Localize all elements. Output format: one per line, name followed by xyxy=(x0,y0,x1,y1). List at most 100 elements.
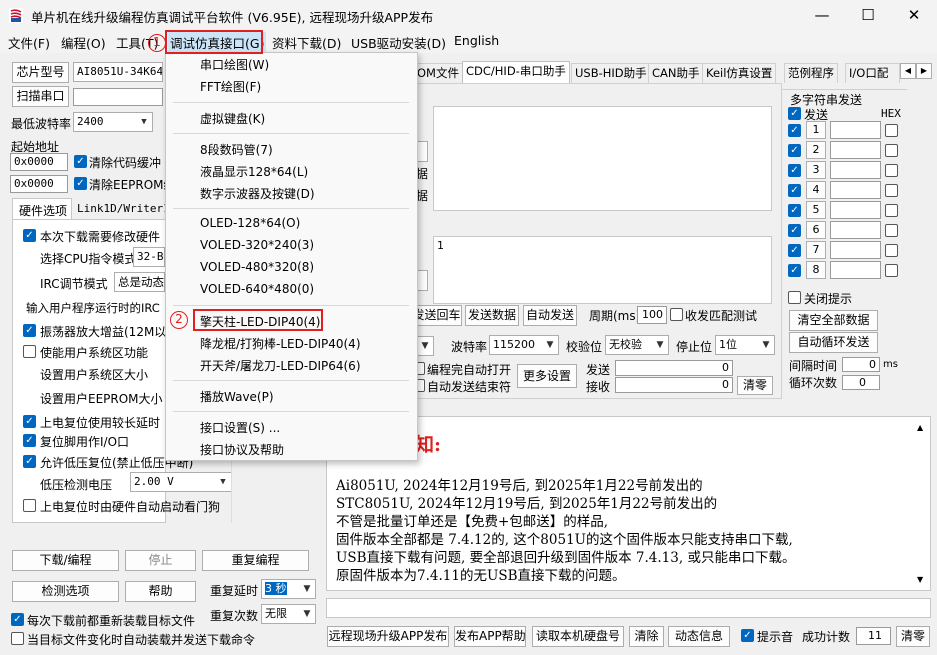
menu-item-oled[interactable]: OLED-128*64(O) xyxy=(200,216,300,230)
auto-loop-send-button[interactable]: 自动循环发送 xyxy=(789,332,878,353)
reset-pin-io-checkbox[interactable]: ✓ xyxy=(23,434,36,447)
multi-row-hex-checkbox[interactable] xyxy=(885,264,898,277)
irc-mode-select[interactable]: 总是动态 xyxy=(114,272,165,292)
multi-row-checkbox[interactable]: ✓ xyxy=(788,144,801,157)
repeat-count-select[interactable]: 无限 ▼ xyxy=(261,604,316,624)
menu-item-7seg[interactable]: 8段数码管(7) xyxy=(200,141,273,158)
lvd-voltage-select[interactable]: 2.00 V ▼ xyxy=(130,472,232,492)
beep-checkbox[interactable]: ✓ xyxy=(741,629,754,642)
close-tip-checkbox[interactable] xyxy=(788,291,801,304)
menu-item-protocol-help[interactable]: 接口协议及帮助 xyxy=(200,441,284,458)
interval-field[interactable]: 0 xyxy=(842,357,880,372)
multi-row-checkbox[interactable]: ✓ xyxy=(788,164,801,177)
auto-reload-checkbox[interactable] xyxy=(11,632,24,645)
multi-send-all-checkbox[interactable]: ✓ xyxy=(788,107,801,120)
multi-row-checkbox[interactable]: ✓ xyxy=(788,244,801,257)
multi-row-hex-checkbox[interactable] xyxy=(885,204,898,217)
parity-select[interactable]: 无校验 ▼ xyxy=(605,335,669,355)
menu-english[interactable]: English xyxy=(454,33,499,48)
multi-row-send-button[interactable]: 1 xyxy=(806,121,826,139)
more-settings-button[interactable]: 更多设置 xyxy=(517,364,577,388)
multi-row-text[interactable] xyxy=(830,181,881,199)
minimize-button[interactable]: — xyxy=(799,0,845,31)
multi-row-text[interactable] xyxy=(830,241,881,259)
multi-row-send-button[interactable]: 5 xyxy=(806,201,826,219)
maximize-button[interactable]: ☐ xyxy=(845,0,891,31)
dynamic-info-button[interactable]: 动态信息 xyxy=(668,626,730,647)
cpu-mode-select[interactable]: 32-B xyxy=(133,247,165,267)
multi-row-send-button[interactable]: 3 xyxy=(806,161,826,179)
multi-row-hex-checkbox[interactable] xyxy=(885,244,898,257)
multi-row-hex-checkbox[interactable] xyxy=(885,224,898,237)
menu-item-interface-settings[interactable]: 接口设置(S) ... xyxy=(200,419,280,436)
multi-row-hex-checkbox[interactable] xyxy=(885,184,898,197)
multi-row-checkbox[interactable]: ✓ xyxy=(788,184,801,197)
clear-count-button[interactable]: 清零 xyxy=(737,376,773,395)
long-reset-delay-checkbox[interactable]: ✓ xyxy=(23,415,36,428)
loop-count-field[interactable]: 0 xyxy=(842,375,880,390)
remote-upgrade-publish-button[interactable]: 远程现场升级APP发布 xyxy=(327,626,449,647)
reset-count-button[interactable]: 清零 xyxy=(896,626,930,647)
download-program-button[interactable]: 下载/编程 xyxy=(12,550,119,571)
user-system-area-checkbox[interactable] xyxy=(23,345,36,358)
chip-type-button[interactable]: 芯片型号 xyxy=(12,62,69,83)
send-data-button[interactable]: 发送数据 xyxy=(465,305,519,326)
multi-row-hex-checkbox[interactable] xyxy=(885,144,898,157)
port-field[interactable] xyxy=(73,88,163,106)
tab-usb-hid[interactable]: USB-HID助手 xyxy=(571,63,651,83)
multi-row-checkbox[interactable]: ✓ xyxy=(788,204,801,217)
multi-row-checkbox[interactable]: ✓ xyxy=(788,224,801,237)
multi-row-send-button[interactable]: 8 xyxy=(806,261,826,279)
stop-bits-select[interactable]: 1位 ▼ xyxy=(715,335,775,355)
multi-row-send-button[interactable]: 2 xyxy=(806,141,826,159)
multi-row-text[interactable] xyxy=(830,121,881,139)
clear-code-checkbox[interactable]: ✓ xyxy=(74,155,87,168)
eeprom-address-field[interactable]: 0x0000 xyxy=(10,175,68,193)
menu-item-virtual-keyboard[interactable]: 虚拟键盘(K) xyxy=(200,110,265,127)
baud-select[interactable]: 115200 ▼ xyxy=(489,335,559,355)
multi-row-text[interactable] xyxy=(830,161,881,179)
send-buffer[interactable]: 1 xyxy=(433,236,772,304)
menu-item-fft-plot[interactable]: FFT绘图(F) xyxy=(200,78,261,95)
multi-row-send-button[interactable]: 4 xyxy=(806,181,826,199)
menu-item-dragon-staff-led[interactable]: 降龙棍/打狗棒-LED-DIP40(4) xyxy=(200,335,361,352)
clear-button[interactable]: 清除 xyxy=(629,626,664,647)
osc-gain-checkbox[interactable]: ✓ xyxy=(23,324,36,337)
menu-item-serial-plot[interactable]: 串口绘图(W) xyxy=(200,56,269,73)
menu-item-lcd-128x64[interactable]: 液晶显示128*64(L) xyxy=(200,163,308,180)
code-address-field[interactable]: 0x0000 xyxy=(10,153,68,171)
scroll-up-icon[interactable]: ▲ xyxy=(917,423,923,432)
detect-options-button[interactable]: 检测选项 xyxy=(12,581,119,602)
reconfig-checkbox[interactable]: ✓ xyxy=(23,229,36,242)
scan-port-button[interactable]: 扫描串口 xyxy=(12,86,69,107)
tab-scroll-left-icon[interactable]: ◀ xyxy=(900,63,916,79)
help-button[interactable]: 帮助 xyxy=(125,581,196,602)
multi-row-text[interactable] xyxy=(830,221,881,239)
notice-scrollbar[interactable]: ▲ ▼ xyxy=(913,417,930,590)
tab-keil-sim[interactable]: Keil仿真设置 xyxy=(702,63,777,83)
multi-row-checkbox[interactable]: ✓ xyxy=(788,264,801,277)
close-button[interactable]: ✕ xyxy=(891,0,937,31)
tab-link1d-writer1[interactable]: Link1D/Writer1 xyxy=(77,202,170,215)
multi-row-send-button[interactable]: 7 xyxy=(806,241,826,259)
tab-can[interactable]: CAN助手 xyxy=(648,63,704,83)
min-baud-select[interactable]: 2400 ▼ xyxy=(73,112,153,132)
clear-all-data-button[interactable]: 清空全部数据 xyxy=(789,310,878,331)
stop-button[interactable]: 停止 xyxy=(125,550,196,571)
multi-row-text[interactable] xyxy=(830,141,881,159)
tab-cdc-hid-serial[interactable]: CDC/HID-串口助手 xyxy=(462,61,570,83)
menu-downloads[interactable]: 资料下载(D) xyxy=(272,33,341,52)
menu-item-voled-480[interactable]: VOLED-480*320(8) xyxy=(200,260,314,274)
publish-app-help-button[interactable]: 发布APP帮助 xyxy=(454,626,526,647)
multi-scrollbar[interactable] xyxy=(902,104,912,284)
multi-row-text[interactable] xyxy=(830,201,881,219)
send-loop-button[interactable]: 发送回车 xyxy=(412,305,462,326)
match-test-checkbox[interactable] xyxy=(670,308,683,321)
menu-item-play-wave[interactable]: 播放Wave(P) xyxy=(200,388,274,405)
chip-type-select[interactable]: AI8051U-34K64 xyxy=(73,62,163,82)
multi-row-text[interactable] xyxy=(830,261,881,279)
menu-item-oscilloscope[interactable]: 数字示波器及按键(D) xyxy=(200,185,315,202)
multi-row-hex-checkbox[interactable] xyxy=(885,124,898,137)
auto-send-button[interactable]: 自动发送 xyxy=(523,305,577,326)
multi-row-send-button[interactable]: 6 xyxy=(806,221,826,239)
